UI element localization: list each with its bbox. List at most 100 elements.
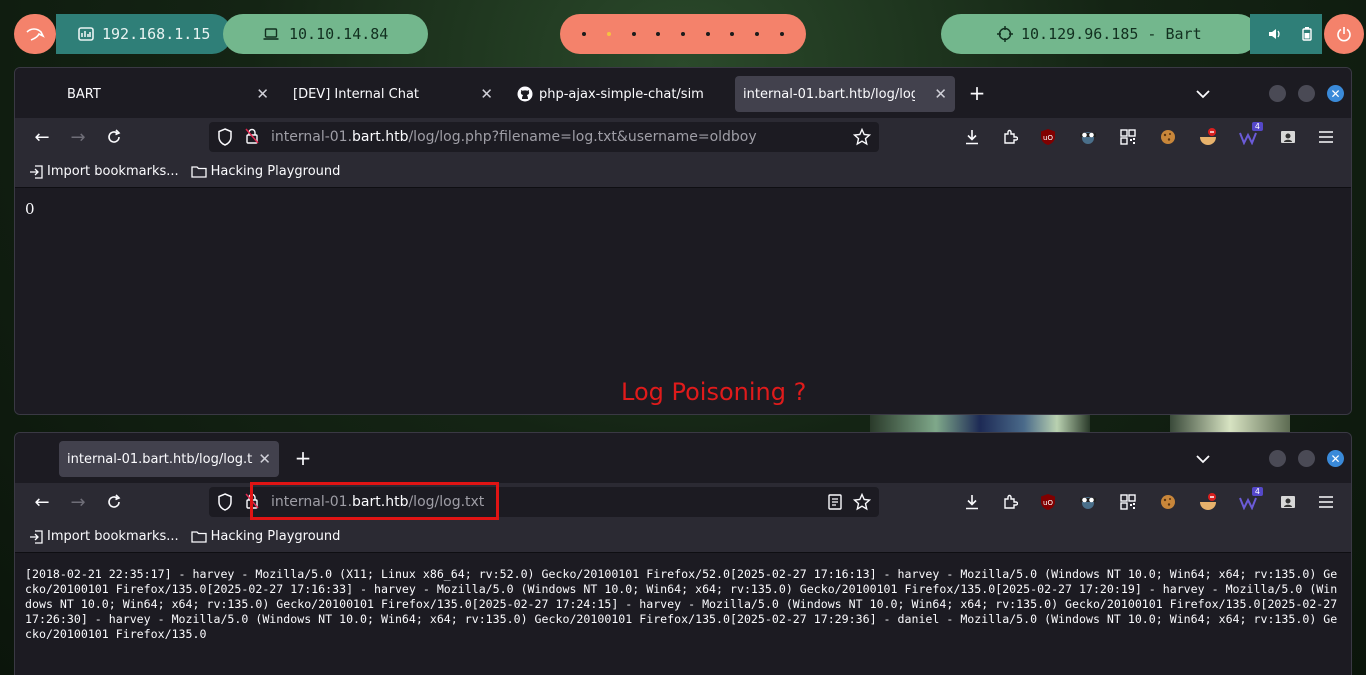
- extensions-button[interactable]: [999, 126, 1021, 148]
- window-close-button[interactable]: ✕: [1327, 450, 1344, 467]
- close-icon[interactable]: ✕: [258, 450, 271, 468]
- maximize-button[interactable]: [1298, 450, 1315, 467]
- wappalyzer-extension[interactable]: 4: [1237, 122, 1263, 148]
- forward-button[interactable]: →: [67, 126, 89, 148]
- log-file-text: [2018-02-21 22:35:17] - harvey - Mozilla…: [25, 567, 1338, 641]
- downloads-button[interactable]: [961, 126, 983, 148]
- hackbar-extension[interactable]: [1077, 126, 1099, 148]
- workspace-dot[interactable]: [779, 32, 784, 36]
- tab-label: [DEV] Internal Chat: [293, 86, 420, 102]
- tab-internal-chat[interactable]: [DEV] Internal Chat ✕: [285, 76, 501, 112]
- shield-icon[interactable]: [217, 128, 233, 146]
- foxyproxy-extension[interactable]: [1197, 126, 1219, 148]
- qr-code-extension[interactable]: [1117, 126, 1139, 148]
- svg-text:uO: uO: [1043, 134, 1053, 142]
- ublock-origin-extension[interactable]: uO: [1037, 126, 1059, 148]
- tab-github-chat[interactable]: php-ajax-simple-chat/simp: [509, 76, 727, 112]
- bookmark-label: Hacking Playground: [210, 164, 341, 179]
- ublock-origin-extension[interactable]: uO: [1037, 491, 1059, 513]
- close-icon[interactable]: ✕: [256, 85, 269, 103]
- url-highlight-box: [250, 482, 499, 520]
- minimize-button[interactable]: [1269, 85, 1286, 102]
- workspace-dot[interactable]: [631, 32, 636, 36]
- tab-label: php-ajax-simple-chat/simp: [539, 86, 705, 102]
- qr-code-extension[interactable]: [1117, 491, 1139, 513]
- hacker-glasses-icon: [1080, 132, 1096, 144]
- forward-button[interactable]: →: [67, 491, 89, 513]
- battery-icon[interactable]: [1302, 27, 1312, 41]
- workspace-dot[interactable]: [606, 32, 611, 36]
- extensions-button[interactable]: [999, 491, 1021, 513]
- star-icon[interactable]: [853, 493, 871, 511]
- bookmark-import[interactable]: Import bookmarks...: [29, 529, 179, 544]
- tab-label: BART: [67, 86, 101, 102]
- user-agent-extension[interactable]: [1277, 491, 1299, 513]
- close-icon[interactable]: ✕: [480, 85, 493, 103]
- new-tab-button[interactable]: +: [291, 447, 315, 471]
- maximize-button[interactable]: [1298, 85, 1315, 102]
- hamburger-menu-icon: [1319, 131, 1333, 143]
- workspace-dot[interactable]: [656, 32, 661, 36]
- volume-icon[interactable]: [1268, 28, 1282, 40]
- new-tab-button[interactable]: +: [965, 82, 989, 106]
- puzzle-icon: [1004, 129, 1018, 144]
- workspace-dot[interactable]: [705, 32, 710, 36]
- tab-strip: BART ✕ [DEV] Internal Chat ✕ php-ajax-si…: [15, 68, 1351, 118]
- user-agent-extension[interactable]: [1277, 126, 1299, 148]
- foxyproxy-extension[interactable]: [1197, 491, 1219, 513]
- insecure-lock-icon[interactable]: [245, 128, 259, 144]
- cookie-editor-extension[interactable]: [1157, 491, 1179, 513]
- hackbar-extension[interactable]: [1077, 491, 1099, 513]
- workspace-dot[interactable]: [730, 32, 735, 36]
- folder-icon: [190, 166, 207, 178]
- tab-log-php[interactable]: internal-01.bart.htb/log/log.ph ✕: [735, 76, 955, 112]
- bookmark-folder-hacking-playground[interactable]: Hacking Playground: [190, 529, 341, 544]
- back-button[interactable]: ←: [31, 491, 53, 513]
- browser-window-log-php: BART ✕ [DEV] Internal Chat ✕ php-ajax-si…: [14, 67, 1352, 415]
- power-button[interactable]: [1324, 14, 1364, 54]
- vpn-ip-widget[interactable]: 10.10.14.84: [223, 14, 428, 54]
- target-widget[interactable]: 10.129.96.185 - Bart: [941, 14, 1258, 54]
- tab-strip: internal-01.bart.htb/log/log.txt ✕ + ✕: [15, 433, 1351, 483]
- wappalyzer-extension[interactable]: 4: [1237, 487, 1263, 513]
- bookmark-folder-hacking-playground[interactable]: Hacking Playground: [190, 164, 341, 179]
- chevron-down-icon[interactable]: [1193, 84, 1213, 104]
- local-ip-widget[interactable]: 192.168.1.15: [56, 14, 232, 54]
- reader-view-icon[interactable]: [827, 494, 843, 510]
- chevron-down-icon[interactable]: [1193, 449, 1213, 469]
- tab-log-txt[interactable]: internal-01.bart.htb/log/log.txt ✕: [59, 441, 279, 477]
- back-button[interactable]: ←: [31, 126, 53, 148]
- bookmarks-toolbar: Import bookmarks... Hacking Playground: [15, 156, 1351, 188]
- extension-badge: 4: [1251, 487, 1263, 496]
- star-icon[interactable]: [853, 128, 871, 146]
- workspace-switcher[interactable]: [560, 14, 806, 54]
- workspace-dot[interactable]: [754, 32, 759, 36]
- minimize-button[interactable]: [1269, 450, 1286, 467]
- svg-text:uO: uO: [1043, 499, 1053, 507]
- app-menu-button[interactable]: [14, 14, 56, 54]
- cookie-editor-extension[interactable]: [1157, 126, 1179, 148]
- downloads-button[interactable]: [961, 491, 983, 513]
- hamburger-menu-icon: [1319, 496, 1333, 508]
- laptop-icon: [263, 28, 279, 40]
- reload-button[interactable]: [103, 491, 125, 513]
- app-menu-hamburger[interactable]: [1315, 491, 1337, 513]
- wappalyzer-icon: [1239, 132, 1257, 145]
- bookmark-import[interactable]: Import bookmarks...: [29, 164, 179, 179]
- cookie-icon: [1161, 495, 1175, 509]
- app-menu-hamburger[interactable]: [1315, 126, 1337, 148]
- close-icon[interactable]: ✕: [934, 85, 947, 103]
- target-text: 10.129.96.185 - Bart: [1021, 25, 1202, 43]
- workspace-dot[interactable]: [582, 32, 587, 36]
- url-bar[interactable]: internal-01.bart.htb/log/log.php?filenam…: [209, 122, 879, 152]
- tab-bart[interactable]: BART ✕: [59, 76, 277, 112]
- shield-icon[interactable]: [217, 493, 233, 511]
- folder-icon: [190, 531, 207, 543]
- download-icon: [966, 495, 978, 510]
- workspace-dot[interactable]: [680, 32, 685, 36]
- local-ip-text: 192.168.1.15: [102, 25, 211, 43]
- reload-button[interactable]: [103, 126, 125, 148]
- window-close-button[interactable]: ✕: [1327, 85, 1344, 102]
- bookmark-label: Hacking Playground: [210, 529, 341, 544]
- qr-code-icon: [1120, 129, 1136, 145]
